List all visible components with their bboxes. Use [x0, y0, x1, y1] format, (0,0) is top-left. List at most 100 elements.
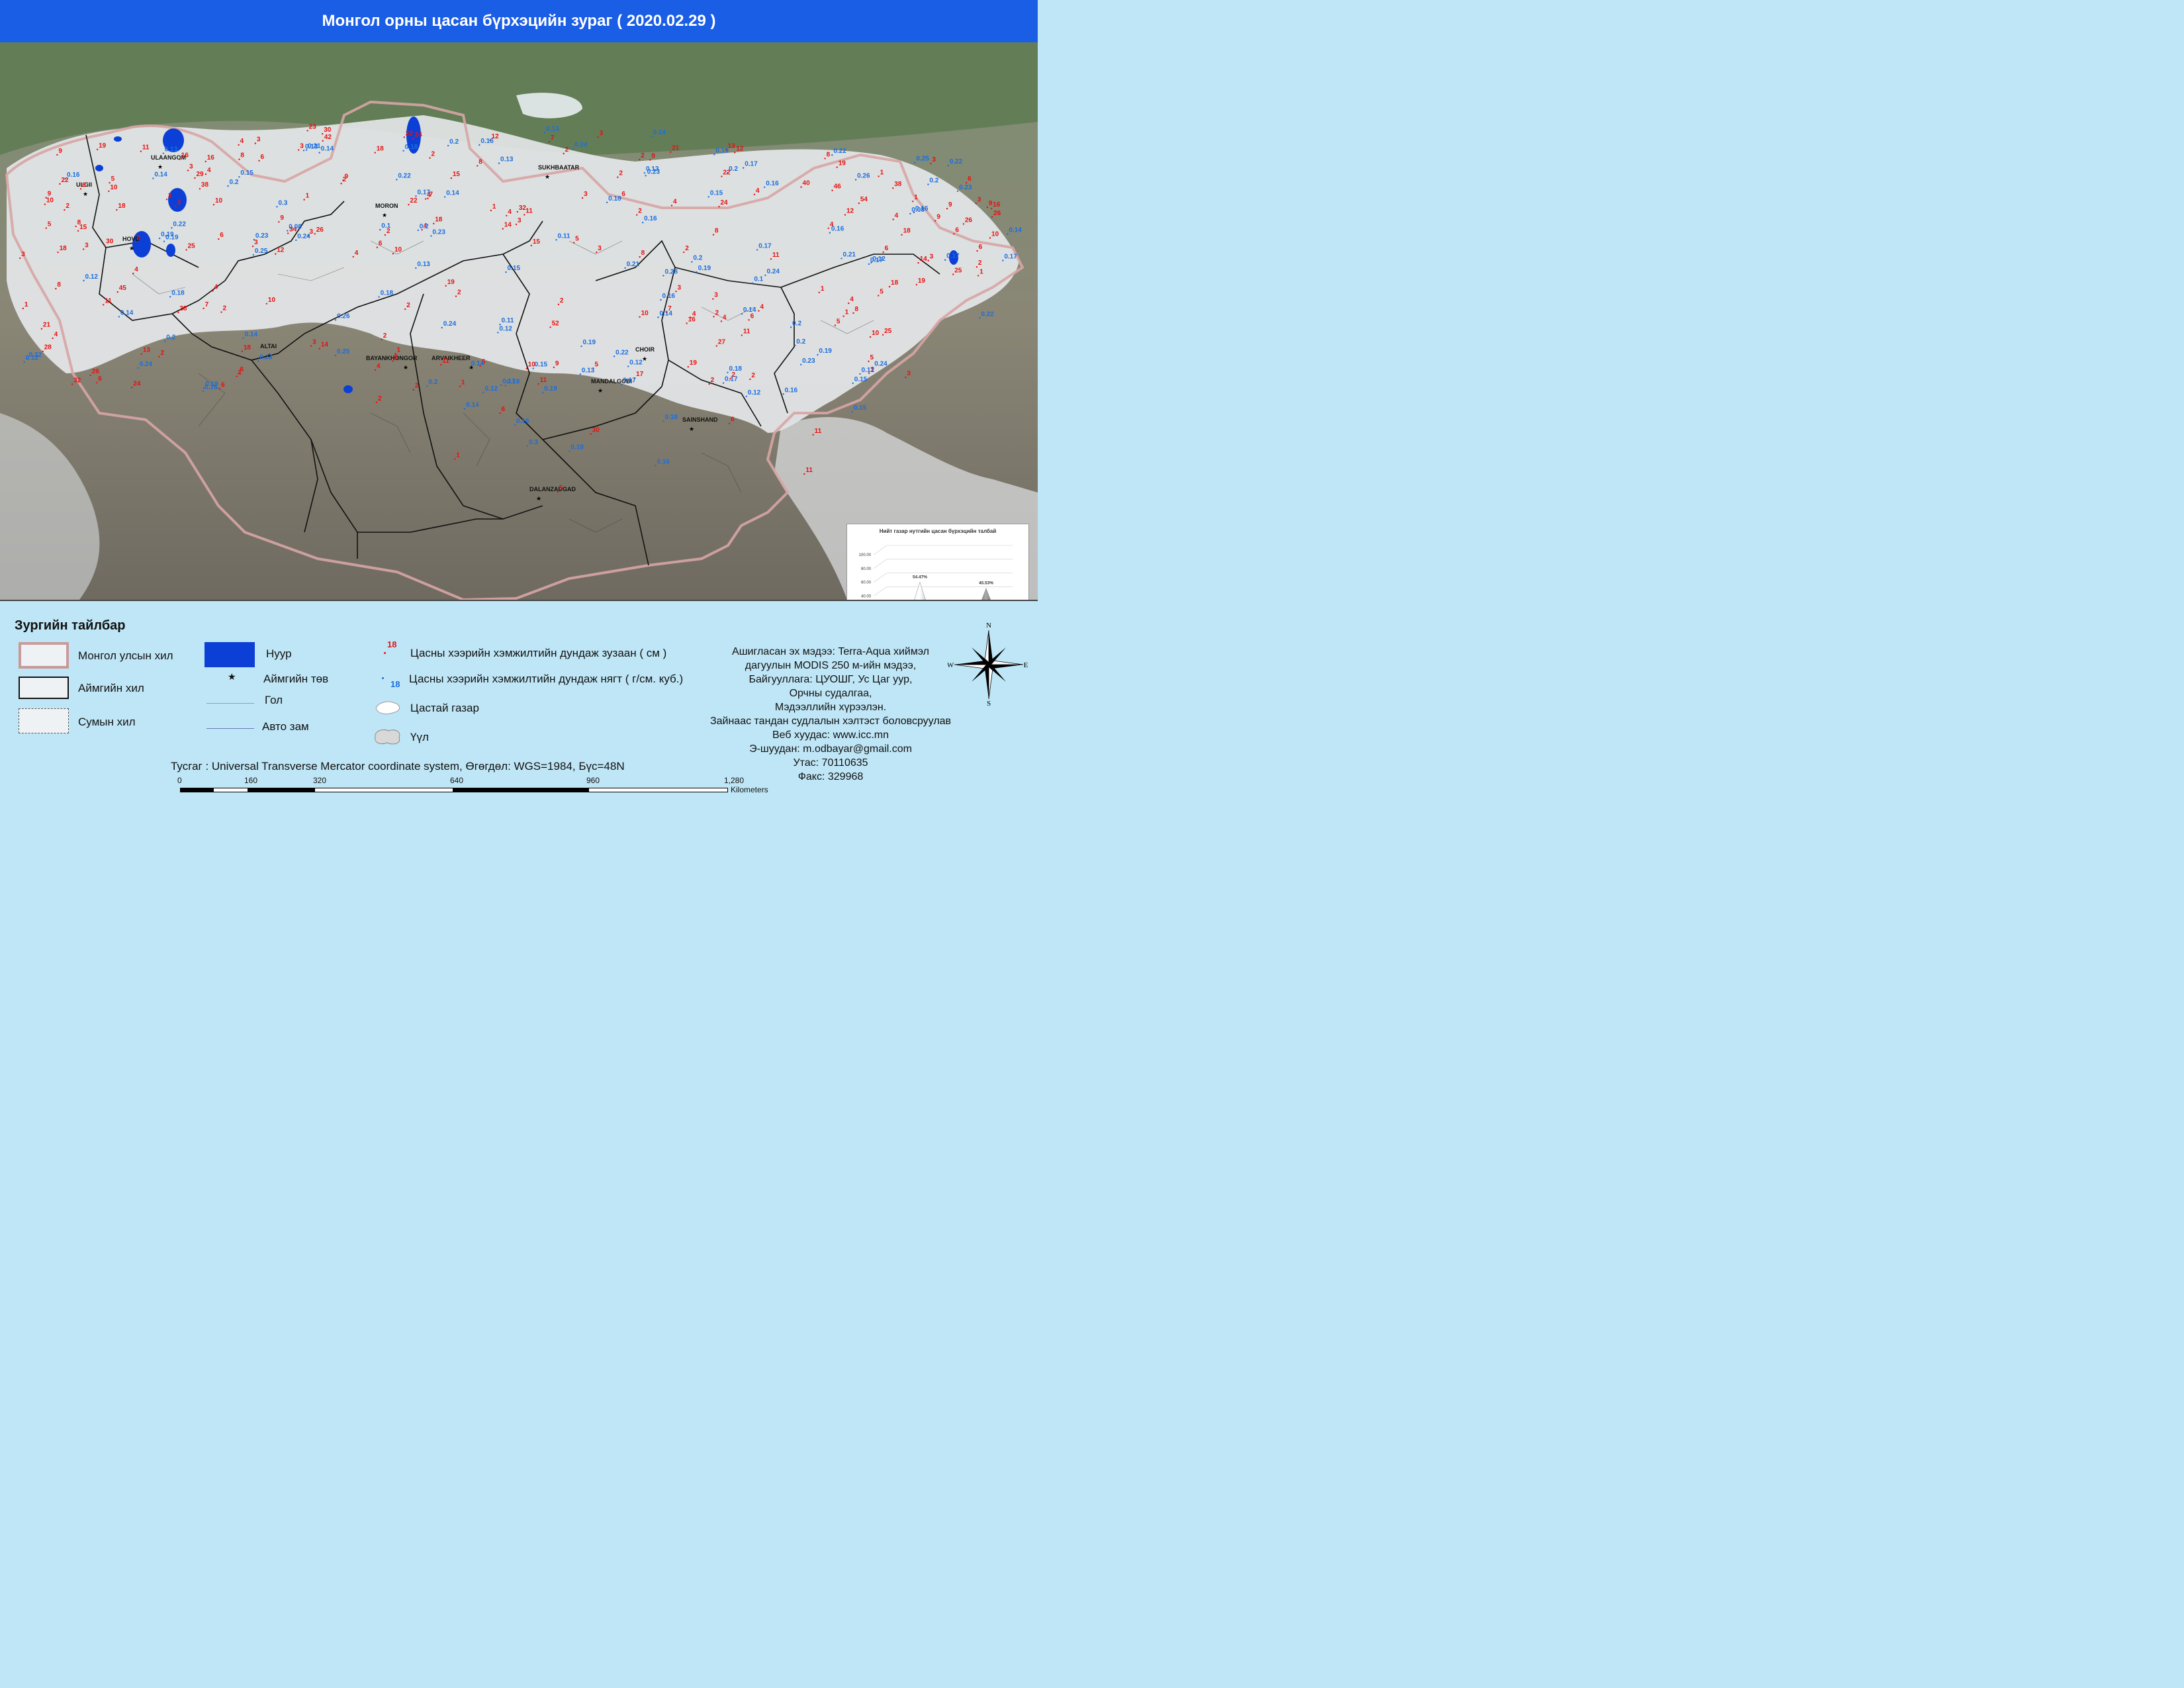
snow-depth-label: 6	[379, 240, 383, 248]
snow-density-label: 0.16	[831, 226, 844, 233]
snow-depth-label-dot	[858, 202, 860, 205]
snow-density-label-dot	[302, 150, 305, 152]
snow-density-label: 0.21	[627, 261, 640, 268]
snow-depth-label: 19	[918, 277, 926, 285]
snow-depth-label-dot	[991, 207, 993, 210]
snow-depth-label: 3	[312, 339, 316, 346]
snow-depth-label-dot	[882, 251, 884, 254]
snow-depth-label: 3	[257, 136, 261, 144]
snow-depth-label-dot	[976, 266, 978, 268]
snow-depth-label: 11	[442, 357, 449, 365]
snow-depth-label: 6	[621, 191, 625, 198]
scale-tick: 640	[450, 776, 464, 785]
scale-bar	[180, 788, 728, 792]
snow-density-label-dot	[641, 221, 644, 224]
snow-density-label: 0.2	[449, 138, 459, 146]
snow-depth-label: 38	[894, 181, 902, 188]
snow-depth-label-dot	[917, 261, 919, 264]
snow-depth-label-dot	[803, 473, 805, 475]
snow-depth-label-dot	[728, 422, 731, 424]
legend-country-border-label: Монгол улсын хил	[78, 649, 173, 662]
snow-depth-label-dot	[718, 205, 720, 208]
snow-density-label-dot	[152, 177, 154, 179]
snow-depth-label-dot	[525, 367, 527, 369]
snow-depth-label-dot	[220, 311, 222, 313]
inset-value-label: 54.47%	[913, 575, 927, 579]
lake-achit	[114, 136, 122, 142]
inset-ytick: 60.00	[861, 581, 872, 585]
snow-depth-label-dot	[888, 285, 891, 288]
snow-density-label: 0.14	[321, 146, 334, 153]
snow-density-label-dot	[606, 201, 608, 204]
snow-depth-label-dot	[563, 152, 565, 155]
snow-density-label: 0.2	[166, 334, 175, 342]
snow-density-label: 0.13	[500, 156, 514, 164]
snow-depth-label-dot	[392, 252, 394, 255]
snow-density-label: 0.19	[583, 339, 596, 346]
snow-density-label: 0.15	[535, 361, 548, 369]
snow-depth-label-dot	[770, 258, 772, 260]
snow-depth-label-dot	[55, 287, 57, 290]
compass-n: N	[986, 622, 991, 630]
snow-depth-label-dot	[878, 175, 880, 177]
snow-density-label: 0.16	[67, 171, 80, 179]
snow-depth-label: 3	[714, 292, 718, 299]
snow-depth-label: 10	[215, 197, 223, 205]
snow-depth-label: 8	[240, 152, 244, 160]
snow-depth-label: 46	[834, 183, 842, 191]
snow-depth-label: 2	[751, 372, 755, 379]
snow-depth-label: 1	[979, 268, 983, 275]
snow-depth-label-dot	[57, 251, 59, 254]
city-star-icon: ★	[598, 387, 603, 394]
snow-density-label-dot	[334, 319, 337, 321]
snow-depth-label-dot	[977, 275, 979, 277]
snow-depth-label-dot	[905, 376, 907, 379]
snow-depth-label: 4	[355, 250, 359, 257]
inset-chart: Нийт газар нутгийн цасан бүрхэцийн талба…	[846, 524, 1029, 600]
snow-density-label: 0.2	[796, 338, 805, 346]
snow-depth-label-dot	[275, 253, 277, 255]
snow-depth-label: 2	[711, 377, 715, 384]
snow-depth-label: 11	[805, 467, 813, 474]
snow-depth-label: 4	[895, 212, 899, 220]
map-area[interactable]: ★ ULAANGOM ★ ULGII ★ HOVD ★ MORON ★ SUKHBAATAR ★ AL…	[0, 42, 1038, 600]
snow-density-label: 0.14	[466, 402, 479, 409]
snow-density-label-dot	[118, 316, 120, 318]
snow-depth-label-dot	[185, 249, 187, 251]
city-star-icon: ★	[689, 426, 694, 432]
snow-depth-label-dot	[506, 214, 508, 217]
snow-depth-label-dot	[177, 311, 179, 314]
snow-depth-label-dot	[322, 133, 324, 135]
snow-density-label: 0.14	[1009, 227, 1022, 234]
legend-soum-border-swatch	[19, 708, 69, 733]
snow-depth-label-dot	[439, 363, 442, 366]
snow-depth-label-dot	[930, 162, 932, 165]
snow-depth-label: 30	[106, 238, 114, 246]
snow-depth-label: 3	[85, 242, 89, 250]
snow-density-label: 0.13	[165, 146, 178, 154]
snow-density-label: 0.13	[582, 367, 595, 374]
info-line-7: Веб хуудас: www.icc.mn	[772, 729, 889, 741]
snow-depth-label-dot	[408, 203, 410, 206]
snow-depth-label-dot	[116, 291, 118, 293]
snow-density-label: 0.15	[508, 265, 521, 272]
lake-khar-us	[132, 231, 151, 258]
snow-depth-label: 10	[991, 230, 999, 238]
snow-density-label-dot	[655, 465, 657, 467]
legend-soum-border-label: Сумын хил	[78, 716, 136, 728]
snow-depth-label-dot	[103, 304, 105, 306]
snow-density-label-dot	[242, 337, 244, 340]
snow-density-label-dot	[782, 393, 784, 395]
legend-river-swatch	[206, 703, 254, 704]
snow-depth-label-dot	[882, 334, 884, 336]
snow-density-label: 0.23	[255, 232, 269, 240]
snow-density-label: 0.23	[802, 357, 815, 365]
snow-depth-label: 17	[636, 371, 644, 378]
snow-depth-label: 1	[456, 451, 460, 459]
city-star-icon: ★	[642, 355, 647, 362]
snow-depth-label: 1	[397, 347, 401, 354]
snow-depth-label: 11	[142, 144, 150, 152]
snow-depth-label: 2	[66, 203, 69, 210]
snow-depth-label-dot	[59, 183, 61, 185]
snow-depth-label-dot	[548, 141, 551, 143]
